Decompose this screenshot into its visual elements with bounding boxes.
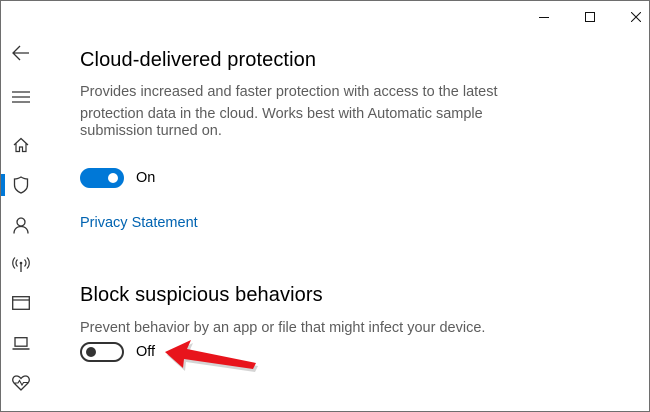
close-icon <box>631 12 641 22</box>
block-suspicious-toggle[interactable] <box>80 342 124 362</box>
cloud-protection-title: Cloud-delivered protection <box>80 49 317 71</box>
back-button[interactable] <box>1 33 41 73</box>
maximize-button[interactable] <box>567 1 613 33</box>
minimize-icon <box>539 17 549 18</box>
wireless-antenna-icon <box>12 257 30 272</box>
home-icon <box>13 137 29 153</box>
back-arrow-icon <box>12 45 29 61</box>
hamburger-menu-icon <box>12 91 30 103</box>
nav-firewall[interactable] <box>1 245 41 285</box>
cloud-protection-description-line-3: submission turned on. <box>80 123 222 139</box>
shield-icon <box>13 176 29 194</box>
close-button[interactable] <box>613 1 649 33</box>
maximize-icon <box>585 12 595 22</box>
block-suspicious-toggle-label: Off <box>136 344 156 360</box>
nav-app-browser-control[interactable] <box>1 283 41 323</box>
person-icon <box>13 216 29 234</box>
minimize-button[interactable] <box>521 1 567 33</box>
heart-pulse-icon <box>12 375 30 391</box>
toggle-knob <box>108 173 118 183</box>
cloud-protection-description-line-1: Provides increased and faster protection… <box>80 84 498 100</box>
nav-device-health[interactable] <box>1 363 41 403</box>
cloud-protection-toggle-label: On <box>136 170 156 186</box>
privacy-statement-link[interactable]: Privacy Statement <box>80 215 198 231</box>
red-arrow-icon <box>165 340 258 372</box>
nav-sidebar <box>1 1 41 411</box>
cloud-protection-toggle[interactable] <box>80 168 124 188</box>
nav-account-protection[interactable] <box>1 205 41 245</box>
block-suspicious-description: Prevent behavior by an app or file that … <box>80 320 486 336</box>
laptop-icon <box>12 336 30 350</box>
browser-window-icon <box>12 296 30 310</box>
menu-button[interactable] <box>1 77 41 117</box>
settings-window: Cloud-delivered protection Provides incr… <box>0 0 650 412</box>
nav-home[interactable] <box>1 125 41 165</box>
block-suspicious-title: Block suspicious behaviors <box>80 284 323 306</box>
nav-virus-protection[interactable] <box>1 165 41 205</box>
toggle-knob <box>86 347 96 357</box>
nav-device-security[interactable] <box>1 323 41 363</box>
